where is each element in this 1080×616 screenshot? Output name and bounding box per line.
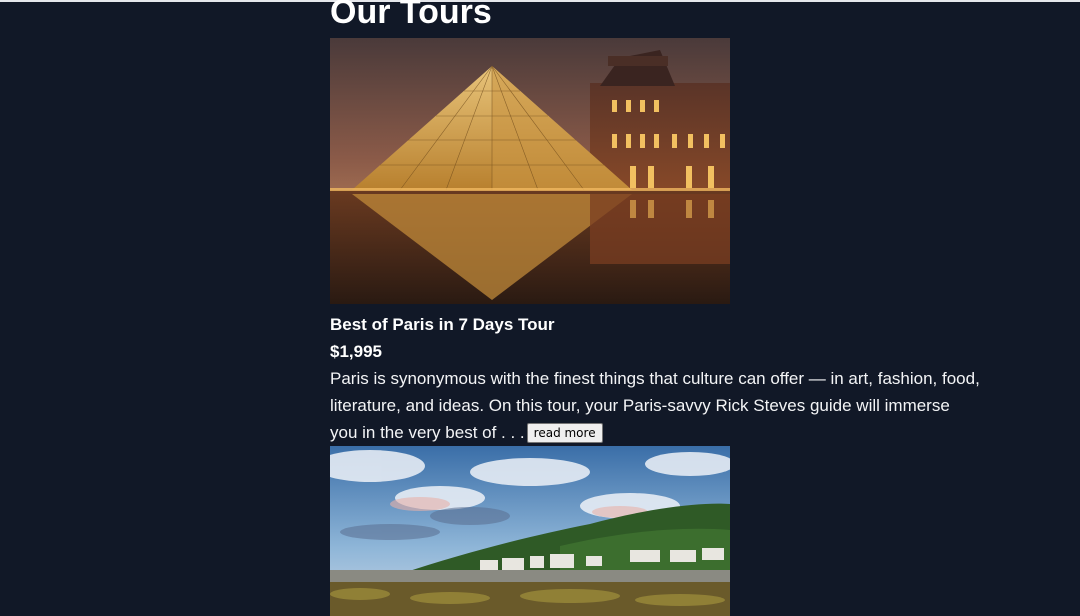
tour-description-text: Paris is synonymous with the finest thin… [330, 369, 980, 442]
coastal-village-illustration [330, 446, 730, 616]
read-more-button[interactable]: read more [526, 423, 603, 443]
tour-image-coast [330, 446, 730, 616]
page-title: Our Tours [330, 0, 492, 31]
louvre-pyramid-illustration [330, 38, 730, 304]
tour-image-paris [330, 38, 730, 304]
tour-name: Best of Paris in 7 Days Tour [330, 315, 555, 334]
tour-description: Paris is synonymous with the finest thin… [330, 365, 980, 446]
tour-price: $1,995 [330, 342, 382, 361]
tour-info: Best of Paris in 7 Days Tour $1,995 Pari… [330, 312, 980, 446]
top-border [0, 0, 1080, 2]
